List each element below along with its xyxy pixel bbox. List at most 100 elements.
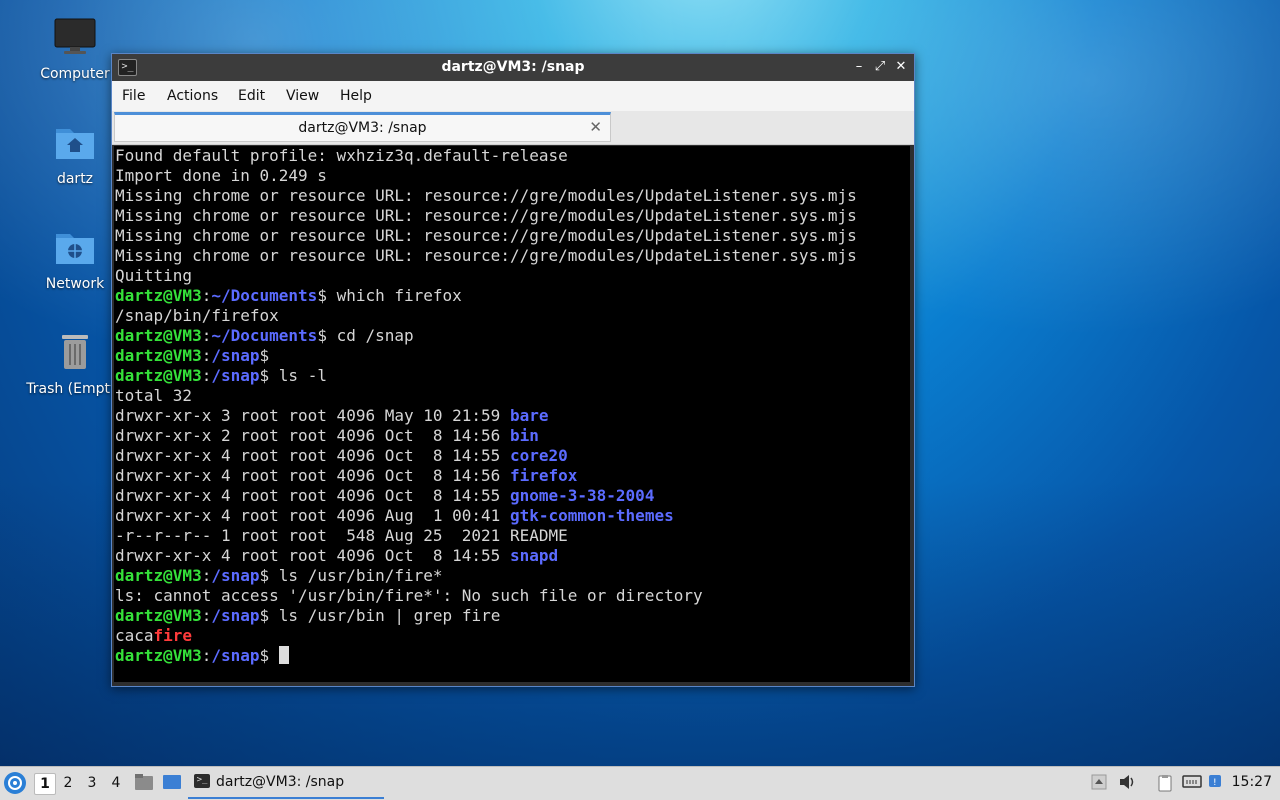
listing-meta: drwxr-xr-x 4 root root 4096 Oct 8 14:55 <box>115 546 510 565</box>
command-text: cd /snap <box>326 326 414 345</box>
prompt-colon: : <box>201 286 212 305</box>
menu-view[interactable]: View <box>286 88 319 104</box>
prompt-path: /snap <box>211 606 260 625</box>
desktop-icon-label: Computer <box>40 66 110 82</box>
prompt-user: dartz@VM3 <box>115 566 202 585</box>
prompt-line: dartz@VM3:/snap$ <box>114 646 910 666</box>
prompt-path: /snap <box>211 346 260 365</box>
listing-meta: drwxr-xr-x 2 root root 4096 Oct 8 14:56 <box>115 426 510 445</box>
workspace-3[interactable]: 3 <box>82 773 102 793</box>
tab-bar: dartz@VM3: /snap ✕ <box>112 111 914 145</box>
listing-meta: drwxr-xr-x 4 root root 4096 Oct 8 14:56 <box>115 466 510 485</box>
close-button[interactable]: ✕ <box>892 58 910 76</box>
listing-name: gtk-common-themes <box>509 506 674 525</box>
terminal-line: Found default profile: wxhziz3q.default-… <box>115 146 568 165</box>
taskbar: 1 2 3 4 >_ dartz@VM3: /snap ! 15:27 <box>0 766 1280 800</box>
listing-meta: drwxr-xr-x 3 root root 4096 May 10 21:59 <box>115 406 510 425</box>
listing-row: drwxr-xr-x 4 root root 4096 Oct 8 14:55 … <box>114 546 910 566</box>
terminal-line: Missing chrome or resource URL: resource… <box>115 206 857 225</box>
terminal-icon: >_ <box>194 774 210 788</box>
prompt-line: dartz@VM3:/snap$ ls /usr/bin/fire* <box>114 566 910 586</box>
listing-meta: drwxr-xr-x 4 root root 4096 Oct 8 14:55 <box>115 446 510 465</box>
terminal-window[interactable]: >_ dartz@VM3: /snap – ⤢ ✕ File Actions E… <box>111 53 915 687</box>
terminal-line: ls: cannot access '/usr/bin/fire*': No s… <box>115 586 703 605</box>
terminal-line: Missing chrome or resource URL: resource… <box>115 186 857 205</box>
prompt-dollar: $ <box>259 366 270 385</box>
maximize-button[interactable]: ⤢ <box>871 58 889 76</box>
prompt-path: ~/Documents <box>211 286 318 305</box>
updates-icon[interactable]: ! <box>1208 774 1226 792</box>
command-text: which firefox <box>326 286 462 305</box>
clipboard-icon[interactable] <box>1156 774 1174 792</box>
prompt-line: dartz@VM3:~/Documents$ which firefox <box>114 286 910 306</box>
menu-bar: File Actions Edit View Help <box>112 81 914 111</box>
prompt-path: /snap <box>211 566 260 585</box>
start-menu-button[interactable] <box>4 772 26 794</box>
terminal-output[interactable]: Found default profile: wxhziz3q.default-… <box>114 146 910 682</box>
workspace-4[interactable]: 4 <box>106 773 126 793</box>
grep-result-prefix: caca <box>115 626 154 645</box>
text-cursor <box>278 646 289 664</box>
listing-name: core20 <box>509 446 568 465</box>
listing-row: drwxr-xr-x 4 root root 4096 Oct 8 14:55 … <box>114 446 910 466</box>
listing-meta: -r--r--r-- 1 root root 548 Aug 25 2021 <box>115 526 510 545</box>
prompt-dollar: $ <box>259 606 270 625</box>
listing-row: -r--r--r-- 1 root root 548 Aug 25 2021 R… <box>114 526 910 546</box>
command-text: ls /usr/bin | grep fire <box>269 606 501 625</box>
show-desktop-icon[interactable] <box>162 773 181 791</box>
tab-close-icon[interactable]: ✕ <box>589 118 602 136</box>
listing-name: bare <box>509 406 549 425</box>
network-status-icon[interactable] <box>1182 774 1202 792</box>
trash-icon <box>62 335 88 369</box>
tab-terminal[interactable]: dartz@VM3: /snap ✕ <box>114 112 611 142</box>
desktop-icon-home[interactable]: dartz <box>25 123 125 187</box>
workspace-2[interactable]: 2 <box>58 773 78 793</box>
menu-help[interactable]: Help <box>340 88 372 104</box>
prompt-colon: : <box>201 646 212 665</box>
prompt-user: dartz@VM3 <box>115 646 202 665</box>
menu-file[interactable]: File <box>122 88 145 104</box>
monitor-icon <box>54 18 96 54</box>
prompt-colon: : <box>201 366 212 385</box>
menu-edit[interactable]: Edit <box>238 88 265 104</box>
desktop-icon-label: Network <box>45 276 105 292</box>
taskbar-terminal-task[interactable]: >_ dartz@VM3: /snap <box>188 769 384 799</box>
desktop-icon-computer[interactable]: Computer <box>25 18 125 82</box>
prompt-dollar: $ <box>317 326 327 345</box>
terminal-line: Import done in 0.249 s <box>115 166 327 185</box>
desktop-icon-network[interactable]: Network <box>25 228 125 292</box>
prompt-colon: : <box>201 326 212 345</box>
desktop-icon-trash[interactable]: Trash (Empty) <box>25 333 125 397</box>
taskbar-task-label: dartz@VM3: /snap <box>216 774 345 790</box>
listing-name: README <box>509 526 568 545</box>
command-text: ls /usr/bin/fire* <box>269 566 443 585</box>
prompt-user: dartz@VM3 <box>115 606 202 625</box>
workspace-1[interactable]: 1 <box>34 773 56 795</box>
prompt-path: /snap <box>211 646 260 665</box>
prompt-colon: : <box>201 606 212 625</box>
window-titlebar[interactable]: >_ dartz@VM3: /snap – ⤢ ✕ <box>112 54 914 81</box>
svg-text:!: ! <box>1213 778 1217 788</box>
prompt-user: dartz@VM3 <box>115 286 202 305</box>
prompt-colon: : <box>201 566 212 585</box>
prompt-user: dartz@VM3 <box>115 326 202 345</box>
listing-meta: drwxr-xr-x 4 root root 4096 Aug 1 00:41 <box>115 506 510 525</box>
network-folder-icon <box>56 234 94 264</box>
listing-row: drwxr-xr-x 2 root root 4096 Oct 8 14:56 … <box>114 426 910 446</box>
prompt-line: dartz@VM3:/snap$ ls /usr/bin | grep fire <box>114 606 910 626</box>
grep-match: fire <box>153 626 193 645</box>
listing-row: drwxr-xr-x 4 root root 4096 Oct 8 14:55 … <box>114 486 910 506</box>
listing-name: snapd <box>509 546 559 565</box>
file-manager-icon[interactable] <box>134 773 153 791</box>
app-menu-icon <box>8 776 22 790</box>
desktop-icon-label: dartz <box>56 171 94 187</box>
clock[interactable]: 15:27 <box>1232 774 1272 790</box>
menu-actions[interactable]: Actions <box>167 88 218 104</box>
home-folder-icon <box>56 129 94 159</box>
scroll-up-icon[interactable] <box>1090 774 1108 792</box>
terminal-line: /snap/bin/firefox <box>115 306 279 325</box>
listing-row: drwxr-xr-x 3 root root 4096 May 10 21:59… <box>114 406 910 426</box>
volume-icon[interactable] <box>1118 774 1136 792</box>
minimize-button[interactable]: – <box>850 58 868 76</box>
